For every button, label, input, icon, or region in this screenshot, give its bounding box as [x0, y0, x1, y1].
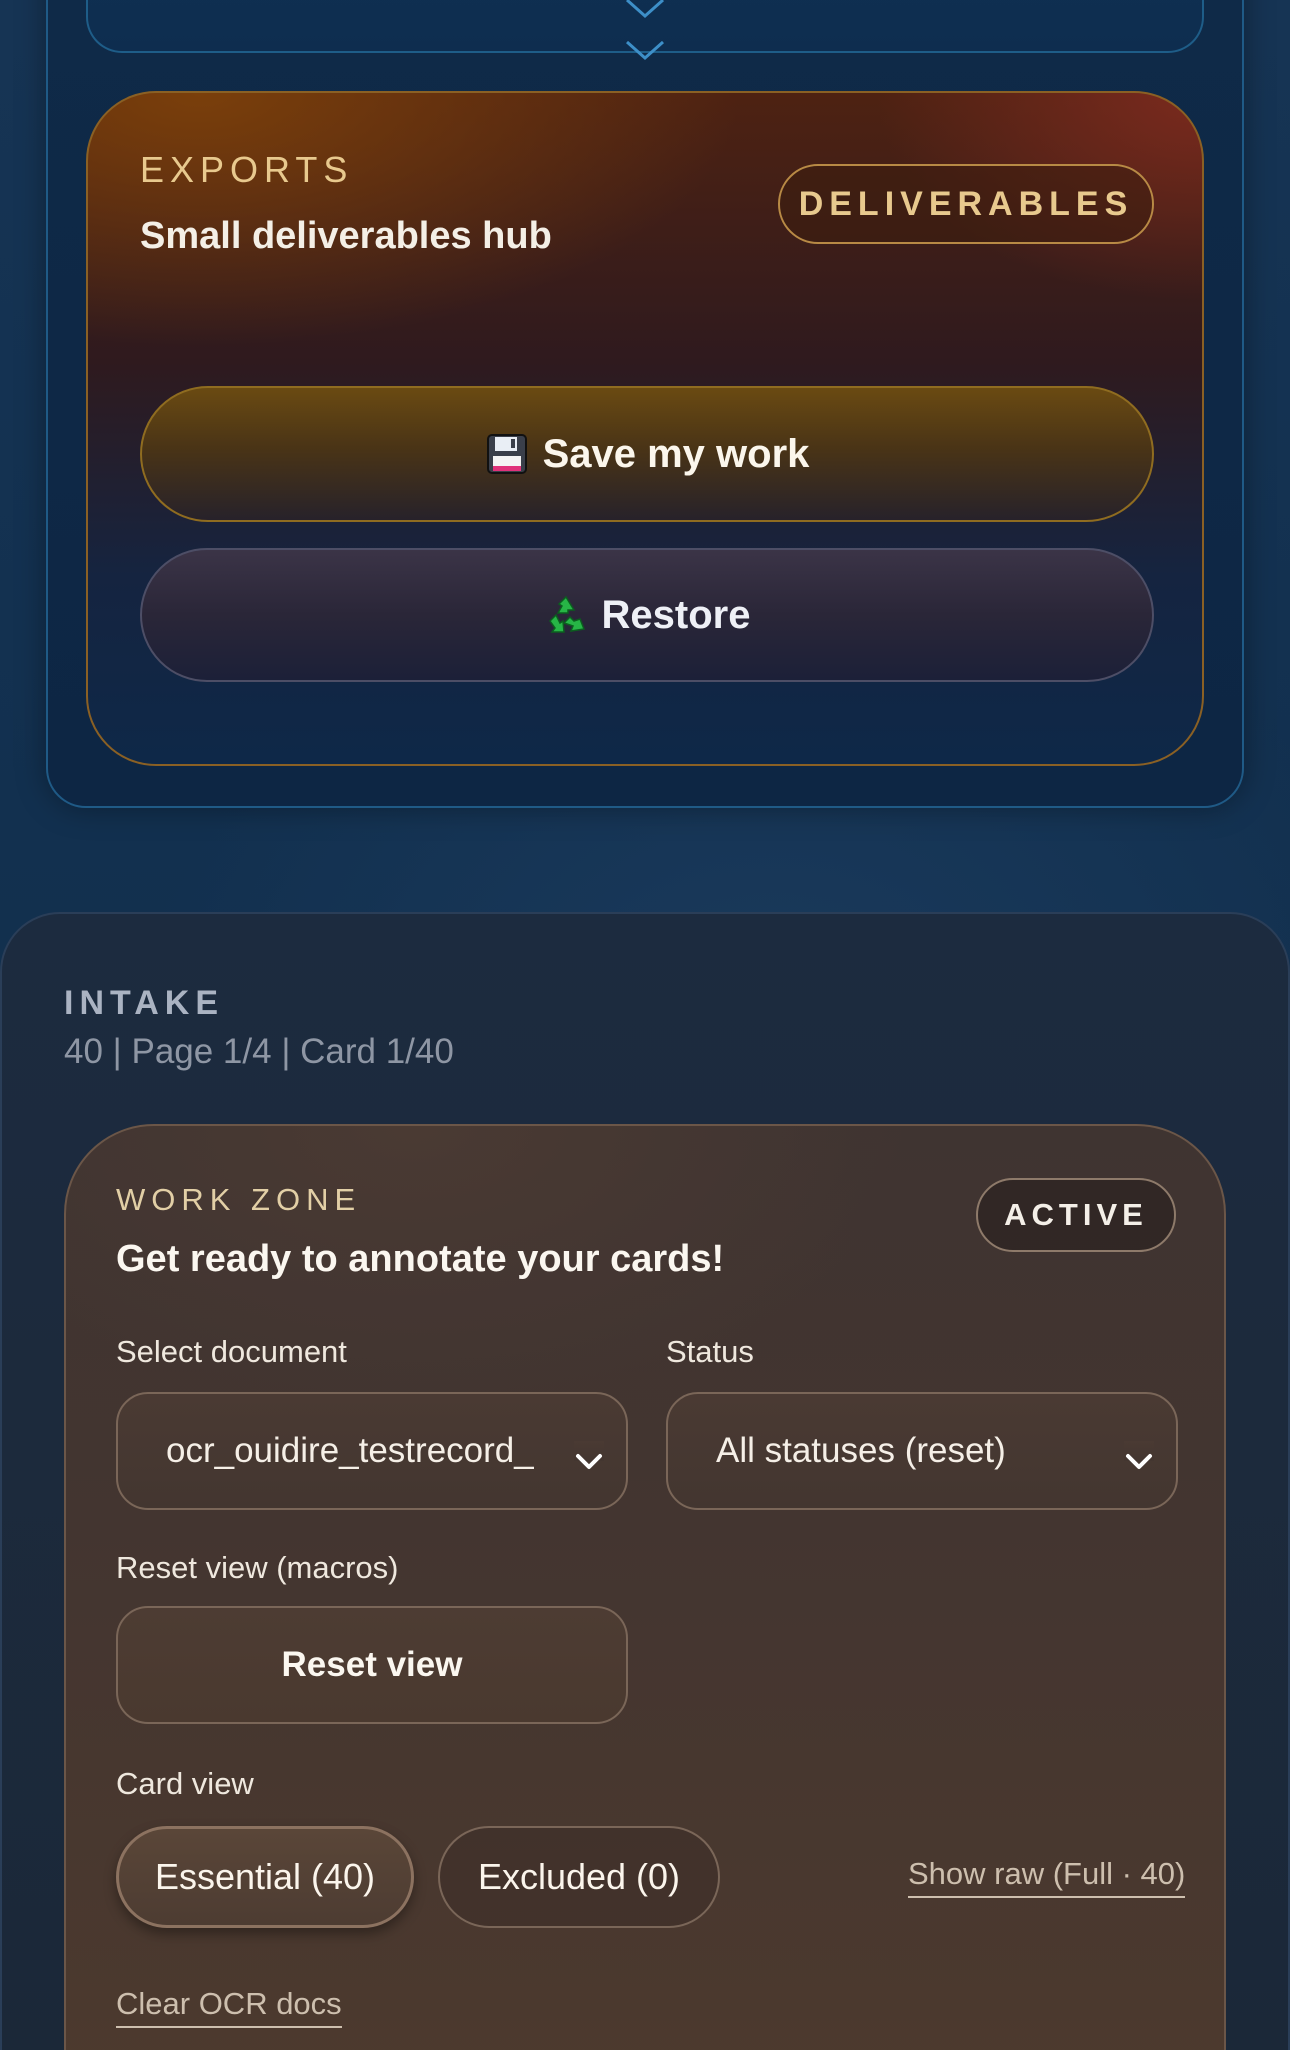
- reset-view-button[interactable]: Reset view: [116, 1606, 628, 1724]
- work-zone-card: WORK ZONE Get ready to annotate your car…: [64, 1124, 1226, 2050]
- exports-title: Small deliverables hub: [140, 215, 552, 257]
- show-raw-link[interactable]: Show raw (Full · 40): [908, 1856, 1186, 1898]
- work-zone-eyebrow: WORK ZONE: [116, 1182, 362, 1217]
- clear-ocr-docs-link[interactable]: Clear OCR docs: [116, 1986, 342, 2028]
- excluded-filter-pill[interactable]: Excluded (0): [438, 1826, 720, 1928]
- intake-eyebrow: INTAKE: [64, 984, 225, 1022]
- chevron-down-icon: [574, 1441, 604, 1469]
- save-button-label: Save my work: [542, 431, 810, 476]
- reset-view-label: Reset view (macros): [116, 1550, 399, 1585]
- status-label: Status: [666, 1334, 754, 1369]
- document-select[interactable]: ocr_ouidire_testrecord_: [116, 1392, 628, 1510]
- active-badge: ACTIVE: [976, 1178, 1176, 1252]
- intake-progress-meta: 40 | Page 1/4 | Card 1/40: [64, 1032, 454, 1071]
- restore-button[interactable]: Restore: [140, 548, 1154, 682]
- chevron-down-icon: [1124, 1441, 1154, 1469]
- card-view-label: Card view: [116, 1766, 254, 1801]
- restore-button-label: Restore: [601, 592, 751, 637]
- floppy-disk-icon: [485, 432, 529, 476]
- save-my-work-button[interactable]: Save my work: [140, 386, 1154, 522]
- status-select-value: All statuses (reset): [716, 1431, 1006, 1470]
- document-select-value: ocr_ouidire_testrecord_: [166, 1431, 534, 1470]
- chevron-down-icon[interactable]: [625, 40, 665, 62]
- status-select[interactable]: All statuses (reset): [666, 1392, 1178, 1510]
- essential-filter-pill[interactable]: Essential (40): [116, 1826, 414, 1928]
- recycle-icon: [544, 593, 588, 637]
- work-zone-title: Get ready to annotate your cards!: [116, 1238, 725, 1280]
- exports-eyebrow: EXPORTS: [140, 149, 354, 190]
- chevron-down-icon[interactable]: [625, 0, 665, 20]
- select-document-label: Select document: [116, 1334, 347, 1369]
- deliverables-badge: DELIVERABLES: [778, 164, 1154, 244]
- exports-card: EXPORTS Small deliverables hub DELIVERAB…: [86, 91, 1204, 766]
